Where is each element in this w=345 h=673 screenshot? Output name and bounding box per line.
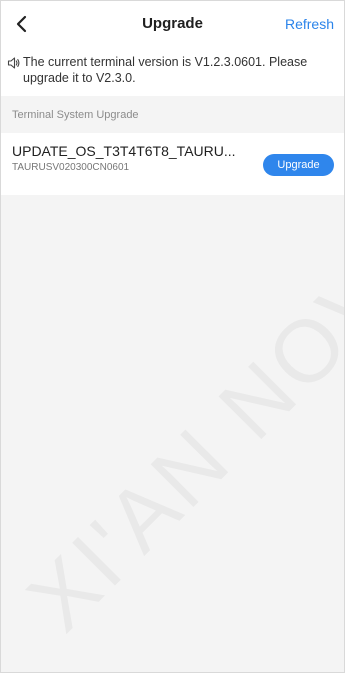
section-header: Terminal System Upgrade [1, 96, 344, 133]
section-title: Terminal System Upgrade [12, 109, 139, 121]
speaker-icon [7, 57, 20, 69]
chevron-left-icon [16, 15, 27, 33]
list-item: UPDATE_OS_T3T4T6T8_TAURU... TAURUSV02030… [1, 133, 344, 195]
watermark: XI'AN NOV [1, 213, 344, 672]
package-name: UPDATE_OS_T3T4T6T8_TAURU... [12, 143, 236, 159]
version-notice: The current terminal version is V1.2.3.0… [1, 47, 344, 96]
back-button[interactable] [12, 14, 32, 34]
package-code: TAURUSV020300CN0601 [12, 162, 130, 173]
app-screen: Upgrade Refresh The current terminal ver… [0, 0, 345, 673]
top-navigation-bar: Upgrade Refresh [1, 1, 344, 47]
upgrade-button[interactable]: Upgrade [263, 154, 334, 176]
refresh-button[interactable]: Refresh [285, 16, 334, 32]
notice-text: The current terminal version is V1.2.3.0… [23, 55, 308, 85]
